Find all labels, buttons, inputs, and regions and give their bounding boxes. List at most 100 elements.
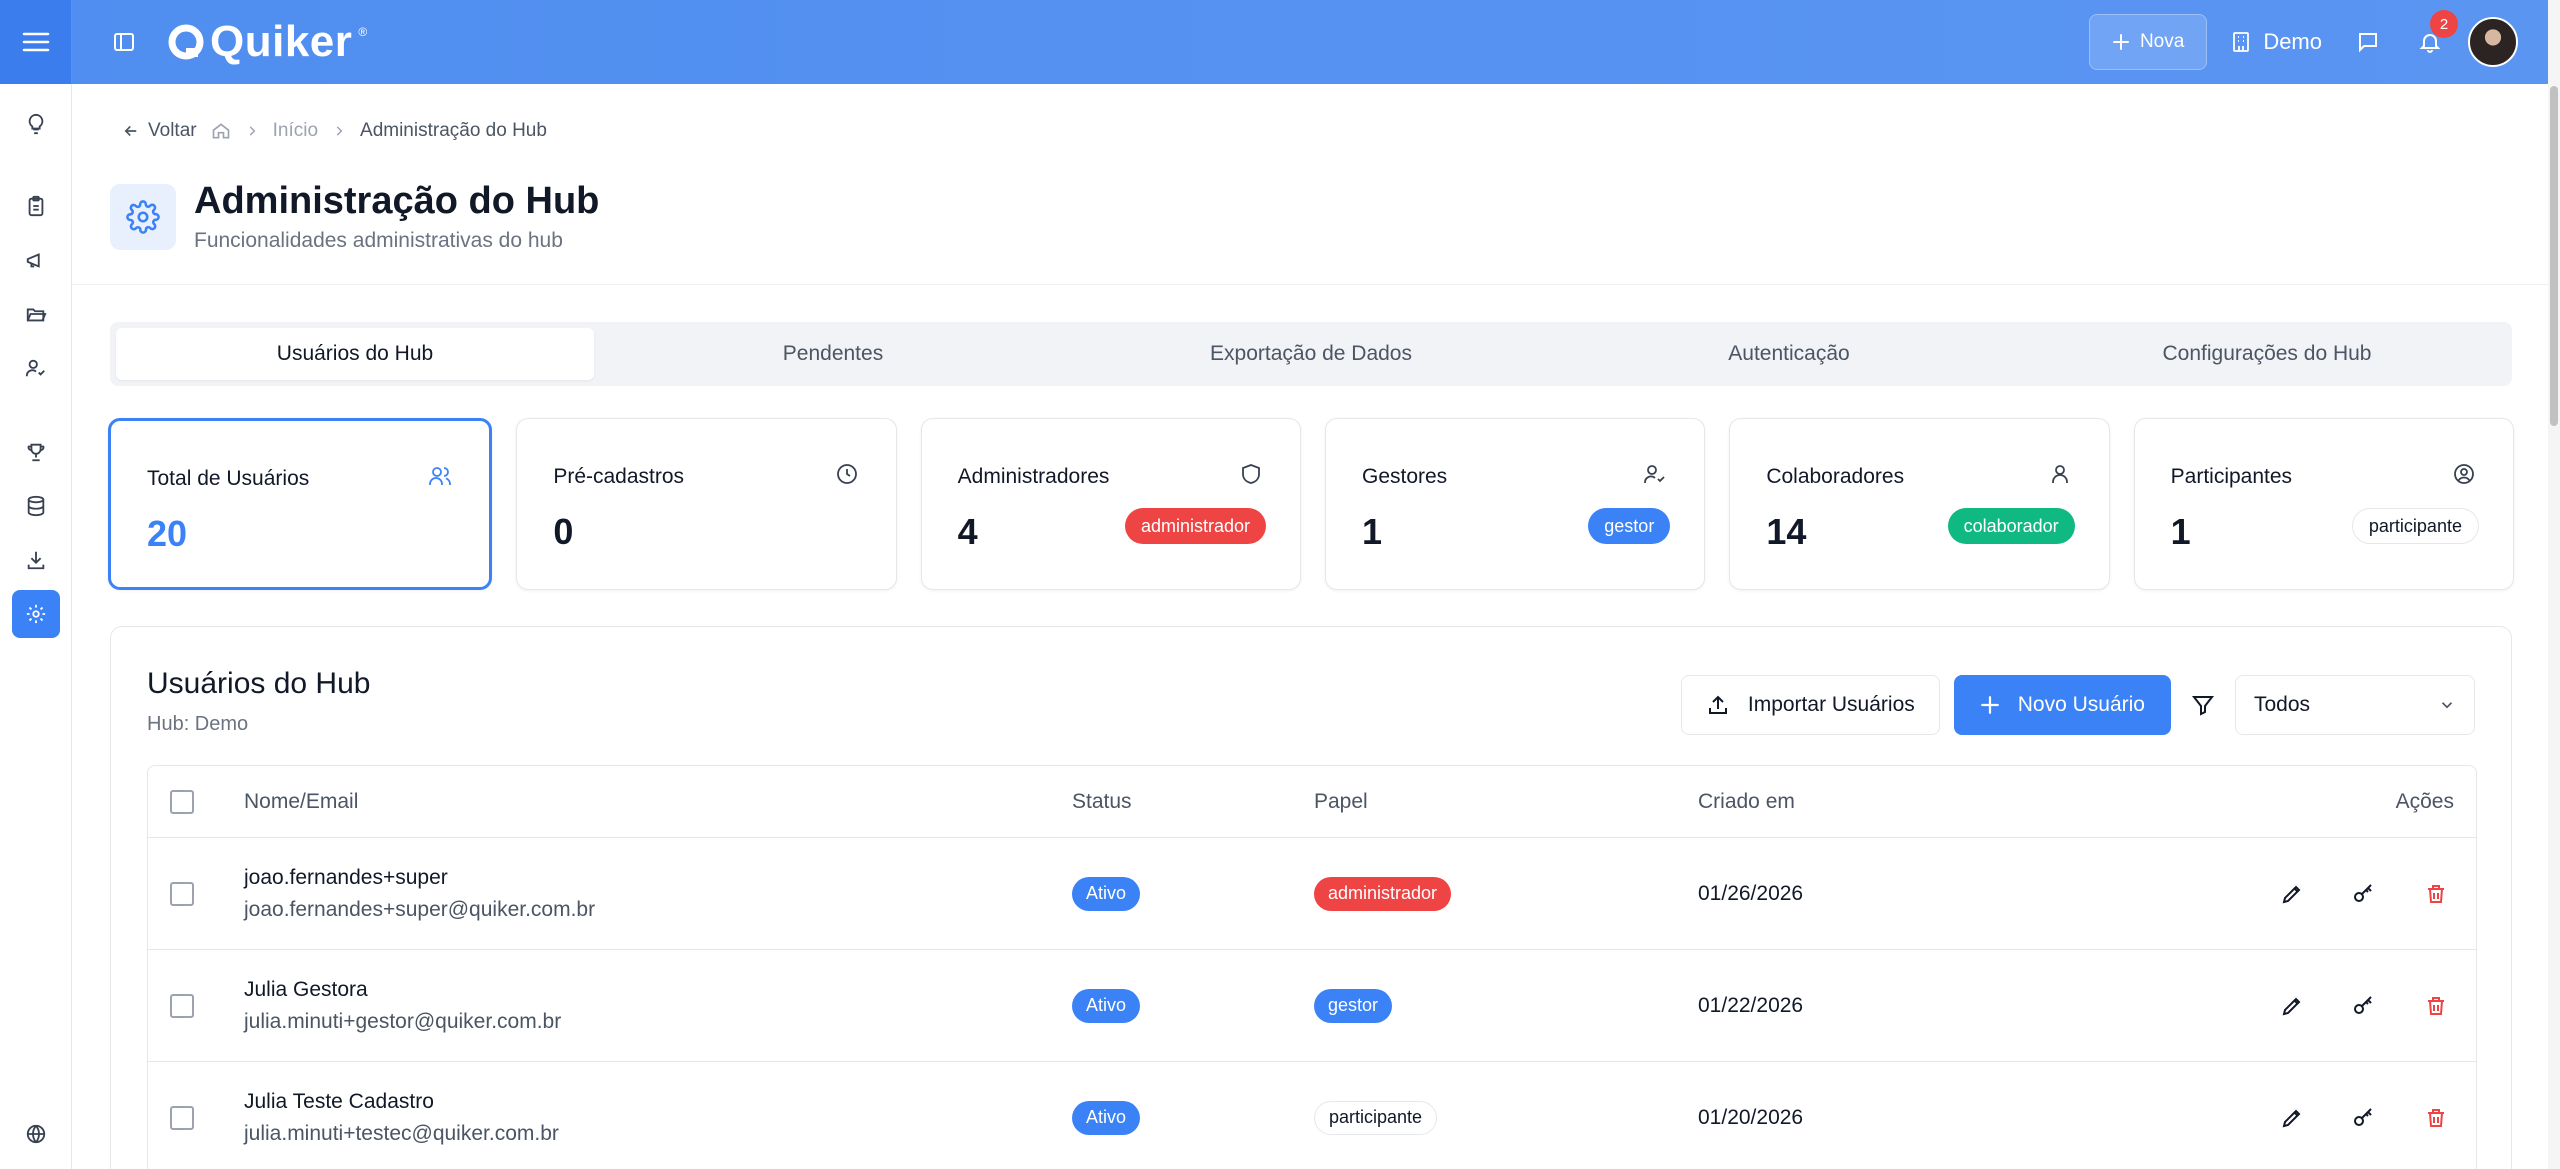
page-subtitle: Funcionalidades administrativas do hub xyxy=(194,229,563,252)
filter-icon xyxy=(2191,696,2215,716)
table-row[interactable]: Julia Teste Cadastro julia.minuti+testec… xyxy=(148,1062,2476,1169)
stats-row: Total de Usuários 20 Pré-cadastros 0 Adm… xyxy=(108,418,2514,590)
upload-icon xyxy=(1708,695,1727,714)
clipboard-icon xyxy=(28,195,44,217)
breadcrumb-current: Administração do Hub xyxy=(360,120,547,141)
sidebar-item-users[interactable] xyxy=(12,344,60,392)
stat-card-managers[interactable]: Gestores 1 gestor xyxy=(1324,418,1706,590)
stat-card-participants[interactable]: Participantes 1 participante xyxy=(2133,418,2514,590)
sidebar-item-announcements[interactable] xyxy=(12,236,60,284)
filter-button[interactable] xyxy=(2185,687,2221,723)
back-link[interactable]: Voltar xyxy=(122,120,197,142)
quiker-logo-mark-icon xyxy=(168,24,204,60)
sidebar-item-ideas[interactable] xyxy=(12,100,60,148)
folder-open-icon xyxy=(26,308,47,322)
column-header-name[interactable]: Nome/Email xyxy=(244,766,358,837)
import-users-label: Importar Usuários xyxy=(1747,693,1915,716)
status-filter-value: Todos xyxy=(2254,693,2311,716)
row-checkbox[interactable] xyxy=(170,1105,194,1130)
sidebar-item-tasks[interactable] xyxy=(12,182,60,230)
row-select-cell xyxy=(170,1062,194,1169)
sidebar-item-language[interactable] xyxy=(12,1110,60,1158)
main-content: Voltar Início Administração do Hub Admin… xyxy=(72,84,2548,1169)
new-user-button[interactable]: Novo Usuário xyxy=(1953,675,2171,735)
role-cell: participante xyxy=(1314,1062,1438,1169)
tab-hub-settings[interactable]: Configurações do Hub xyxy=(2028,328,2506,380)
status-filter-select[interactable]: Todos xyxy=(2235,675,2475,735)
column-header-created[interactable]: Criado em xyxy=(1698,766,1795,837)
role-badge-collaborator: colaborador xyxy=(1947,508,2075,544)
user-name: Julia Teste Cadastro xyxy=(244,1089,434,1113)
created-date: 01/20/2026 xyxy=(1698,1105,1804,1129)
reset-password-button[interactable] xyxy=(2346,988,2382,1024)
page-scrollbar[interactable] xyxy=(2548,0,2560,1169)
tab-data-export[interactable]: Exportação de Dados xyxy=(1072,328,1550,380)
chevron-down-icon xyxy=(2441,702,2453,709)
page-icon xyxy=(110,183,176,250)
left-sidebar xyxy=(0,84,72,1169)
page-title: Administração do Hub xyxy=(194,180,600,222)
user-email: joao.fernandes+super@quiker.com.br xyxy=(244,897,596,921)
brand-logo[interactable]: Quiker ® xyxy=(166,17,368,67)
stat-value: 14 xyxy=(1766,511,1807,552)
trophy-icon xyxy=(27,443,45,462)
sidebar-item-downloads[interactable] xyxy=(12,536,60,584)
tab-hub-users[interactable]: Usuários do Hub xyxy=(116,328,594,380)
brand-name: Quiker xyxy=(210,17,353,66)
delete-user-button[interactable] xyxy=(2418,1100,2454,1136)
breadcrumb-home[interactable]: Início xyxy=(273,120,318,142)
delete-user-button[interactable] xyxy=(2418,988,2454,1024)
column-header-status[interactable]: Status xyxy=(1072,766,1132,837)
table-row[interactable]: joao.fernandes+super joao.fernandes+supe… xyxy=(148,838,2476,950)
status-badge: Ativo xyxy=(1072,988,1141,1023)
scrollbar-thumb[interactable] xyxy=(2550,86,2558,426)
reset-password-button[interactable] xyxy=(2346,876,2382,912)
stat-card-administrators[interactable]: Administradores 4 administrador xyxy=(920,418,1301,590)
new-button[interactable]: Nova xyxy=(2088,14,2208,70)
tab-authentication[interactable]: Autenticação xyxy=(1550,328,2028,380)
stat-card-pre-registrations[interactable]: Pré-cadastros 0 xyxy=(516,418,897,590)
row-checkbox[interactable] xyxy=(170,881,194,906)
user-name: joao.fernandes+super xyxy=(244,865,448,889)
stat-value: 1 xyxy=(1361,511,1383,552)
sidebar-item-rewards[interactable] xyxy=(12,428,60,476)
user-check-icon xyxy=(25,359,45,377)
user-avatar[interactable] xyxy=(2468,17,2518,67)
notifications-button[interactable]: 2 xyxy=(2406,10,2458,66)
back-link-label: Voltar xyxy=(148,120,197,141)
sidebar-item-settings[interactable] xyxy=(12,590,60,638)
edit-user-button[interactable] xyxy=(2274,1100,2310,1136)
delete-user-button[interactable] xyxy=(2418,876,2454,912)
messages-button[interactable] xyxy=(2344,18,2392,66)
trash-icon xyxy=(2428,884,2444,903)
stat-value: 4 xyxy=(957,511,978,552)
role-badge-manager: gestor xyxy=(1588,508,1671,544)
menu-button[interactable] xyxy=(0,0,72,84)
row-checkbox[interactable] xyxy=(170,993,194,1018)
stat-label: Participantes xyxy=(2170,465,2293,488)
role-cell: administrador xyxy=(1314,838,1452,949)
stat-label: Colaboradores xyxy=(1766,465,1905,488)
user-identity: Julia Gestora julia.minuti+gestor@quiker… xyxy=(244,950,561,1061)
sidebar-toggle-button[interactable] xyxy=(104,22,144,62)
new-button-label: Nova xyxy=(2139,31,2185,52)
role-badge: participante xyxy=(1314,1100,1438,1135)
row-actions xyxy=(2274,1062,2454,1169)
stat-card-collaborators[interactable]: Colaboradores 14 colaborador xyxy=(1729,418,2110,590)
tab-pending[interactable]: Pendentes xyxy=(594,328,1072,380)
sidebar-item-folders[interactable] xyxy=(12,290,60,338)
sidebar-item-database[interactable] xyxy=(12,482,60,530)
select-all-checkbox[interactable] xyxy=(170,789,194,814)
column-header-role[interactable]: Papel xyxy=(1314,766,1368,837)
user-name: Julia Gestora xyxy=(244,977,368,1001)
reset-password-button[interactable] xyxy=(2346,1100,2382,1136)
home-icon[interactable] xyxy=(211,121,231,141)
edit-user-button[interactable] xyxy=(2274,876,2310,912)
status-cell: Ativo xyxy=(1072,838,1141,949)
stat-card-total-users[interactable]: Total de Usuários 20 xyxy=(108,418,493,590)
edit-user-button[interactable] xyxy=(2274,988,2310,1024)
panel-subtitle: Hub: Demo xyxy=(147,713,249,735)
import-users-button[interactable]: Importar Usuários xyxy=(1680,675,1940,735)
table-row[interactable]: Julia Gestora julia.minuti+gestor@quiker… xyxy=(148,950,2476,1062)
hub-switcher[interactable]: Demo xyxy=(2221,29,2330,55)
